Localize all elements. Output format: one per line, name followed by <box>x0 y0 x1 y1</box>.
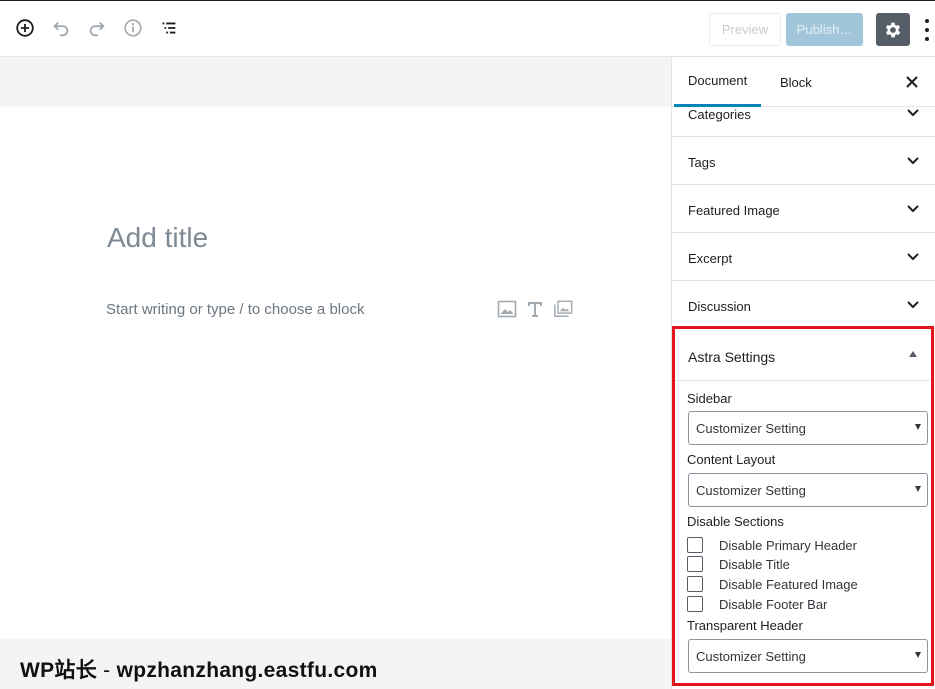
watermark-separator: - <box>97 659 117 682</box>
chevron-down-icon <box>905 297 921 313</box>
undo-icon[interactable] <box>50 17 72 39</box>
sidebar-layout-select[interactable]: Customizer Setting <box>688 411 928 445</box>
tab-label: Block <box>780 74 812 90</box>
checkbox-label: Disable Primary Header <box>719 537 857 553</box>
astra-settings-panel: Astra Settings Sidebar Customizer Settin… <box>672 326 934 686</box>
info-icon[interactable] <box>122 17 144 39</box>
panel-discussion[interactable]: Discussion <box>672 281 935 329</box>
outline-icon[interactable] <box>158 17 180 39</box>
dropdown-arrow-icon <box>915 424 921 430</box>
block-inserter-shortcuts <box>497 298 573 320</box>
chevron-down-icon <box>905 105 921 121</box>
tab-block[interactable]: Block <box>766 57 826 107</box>
checkbox-disable-footer-bar[interactable]: Disable Footer Bar <box>687 595 827 613</box>
image-icon[interactable] <box>497 298 517 320</box>
tab-document[interactable]: Document <box>674 57 762 107</box>
checkbox[interactable] <box>687 596 703 612</box>
transparent-header-select[interactable]: Customizer Setting <box>688 639 928 673</box>
watermark-url: wpzhanzhang.eastfu.com <box>116 659 378 682</box>
dropdown-arrow-icon <box>915 652 921 658</box>
chevron-down-icon <box>905 153 921 169</box>
close-icon[interactable] <box>904 74 920 90</box>
chevron-down-icon <box>905 249 921 265</box>
panel-title: Discussion <box>688 299 751 314</box>
checkbox[interactable] <box>687 556 703 572</box>
gear-icon <box>883 20 903 40</box>
panel-tags[interactable]: Tags <box>672 137 935 185</box>
checkbox-disable-featured-image[interactable]: Disable Featured Image <box>687 575 858 593</box>
checkbox-disable-primary-header[interactable]: Disable Primary Header <box>687 536 857 554</box>
panel-featured-image[interactable]: Featured Image <box>672 185 935 233</box>
dropdown-arrow-icon <box>915 486 921 492</box>
disable-sections-label: Disable Sections <box>687 514 784 529</box>
chevron-down-icon <box>905 201 921 217</box>
paragraph-block-input[interactable]: Start writing or type / to choose a bloc… <box>106 301 364 318</box>
publish-button[interactable]: Publish… <box>786 13 863 46</box>
sidebar-tabs: Document Block <box>672 57 935 107</box>
checkbox[interactable] <box>687 537 703 553</box>
content-layout-label: Content Layout <box>687 452 776 467</box>
checkbox[interactable] <box>687 576 703 592</box>
more-icon <box>925 19 929 23</box>
editor-toolbar: Preview Publish… <box>0 0 935 57</box>
post-title-input[interactable]: Add title <box>107 222 208 254</box>
preview-button[interactable]: Preview <box>709 13 781 46</box>
select-value: Customizer Setting <box>696 482 806 498</box>
checkbox-label: Disable Title <box>719 556 790 572</box>
more-menu-button[interactable] <box>920 17 934 43</box>
panel-categories[interactable]: Categories <box>672 107 935 137</box>
transparent-header-label: Transparent Header <box>687 618 803 633</box>
watermark-brand: WP站长 <box>20 659 98 682</box>
add-block-icon[interactable] <box>14 17 36 39</box>
more-icon-dot <box>925 28 929 32</box>
collapse-arrow-icon <box>909 351 917 357</box>
editor-canvas <box>0 107 671 639</box>
watermark: WP站长 - wpzhanzhang.eastfu.com <box>20 654 378 684</box>
tab-label: Document <box>688 73 748 88</box>
checkbox-disable-title[interactable]: Disable Title <box>687 555 790 573</box>
select-value: Customizer Setting <box>696 648 806 664</box>
panel-title: Excerpt <box>688 251 733 266</box>
checkbox-label: Disable Footer Bar <box>719 596 828 612</box>
editor-top-band <box>0 57 671 107</box>
checkbox-label: Disable Featured Image <box>719 576 858 592</box>
sidebar-setting-label: Sidebar <box>687 391 732 406</box>
panel-title: Tags <box>688 155 716 170</box>
content-layout-select[interactable]: Customizer Setting <box>688 473 928 507</box>
astra-settings-header[interactable]: Astra Settings <box>675 329 931 381</box>
settings-button[interactable] <box>876 13 910 46</box>
more-icon-dot <box>925 37 929 41</box>
panel-title: Categories <box>688 107 751 122</box>
gallery-icon[interactable] <box>553 298 573 320</box>
settings-sidebar: Document Block Categories Tags Featured … <box>671 57 935 689</box>
panel-excerpt[interactable]: Excerpt <box>672 233 935 281</box>
panel-title: Astra Settings <box>688 349 776 365</box>
heading-icon[interactable] <box>525 298 545 320</box>
select-value: Customizer Setting <box>696 420 806 436</box>
panel-title: Featured Image <box>688 203 780 218</box>
redo-icon[interactable] <box>86 17 108 39</box>
